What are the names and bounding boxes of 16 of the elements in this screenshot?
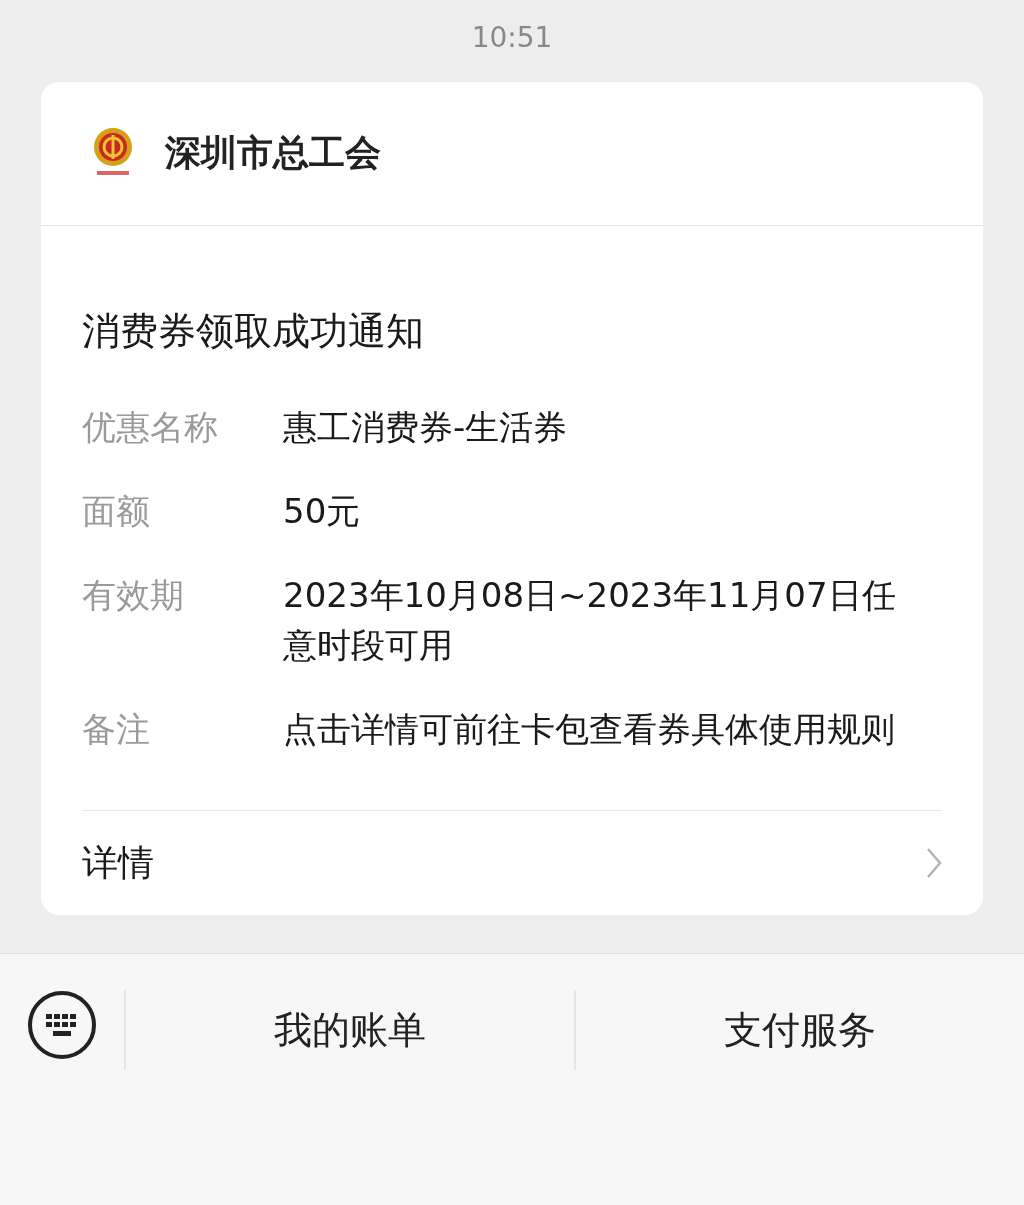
account-name: 深圳市总工会 xyxy=(165,131,381,175)
field-label: 备注 xyxy=(82,708,151,751)
menu-button[interactable]: 支付服务 xyxy=(574,990,1024,1070)
field-label: 有效期 xyxy=(82,574,185,617)
field-value: 点击详情可前往卡包查看券具体使用规则 xyxy=(283,708,896,751)
notice-title: 消费券领取成功通知 xyxy=(82,308,425,355)
field-value: 2023年10月08日~2023年11月07日任意时段可用 xyxy=(283,574,897,667)
field-value: 50元 xyxy=(283,490,362,533)
menu-button[interactable]: 我的账单 xyxy=(124,990,574,1070)
keyboard-icon[interactable] xyxy=(27,990,97,1060)
field-value: 惠工消费券-生活券 xyxy=(283,406,569,449)
details-link[interactable]: 详情 xyxy=(82,810,942,915)
status-time: 10:51 xyxy=(470,20,554,56)
chevron-right-icon xyxy=(926,847,942,879)
field-label: 优惠名称 xyxy=(82,406,219,449)
field-label: 面额 xyxy=(82,490,151,533)
